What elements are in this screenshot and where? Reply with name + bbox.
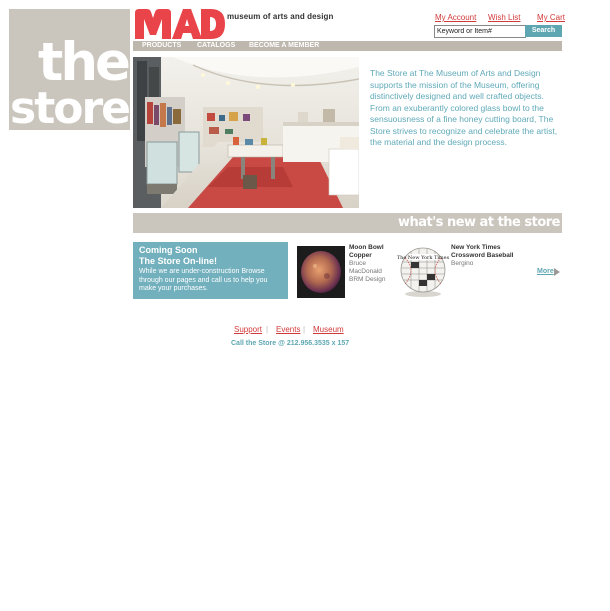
moon-bowl-maker-line3: BRM Design <box>349 276 386 283</box>
crossword-baseball-subname: Crossword Baseball <box>451 252 514 259</box>
more-link[interactable]: More <box>537 268 554 275</box>
wish-list-link[interactable]: Wish List <box>488 13 520 22</box>
logo-museum-name: museum of arts and design <box>227 12 334 21</box>
search-button[interactable]: Search <box>525 25 562 37</box>
footer-separator: | <box>266 325 269 334</box>
footer-museum-link[interactable]: Museum <box>313 325 344 334</box>
my-account-link[interactable]: My Account <box>435 13 476 22</box>
coming-soon-box: Coming Soon The Store On-line! While we … <box>133 242 288 299</box>
moon-bowl-material: Copper <box>349 252 372 259</box>
store-interior-photo <box>133 57 359 208</box>
store-intro-text: The Store at The Museum of Arts and Desi… <box>370 68 558 147</box>
footer-separator: | <box>303 325 306 334</box>
svg-text:The New York Times: The New York Times <box>397 255 449 261</box>
coming-soon-line1: Coming Soon <box>139 245 198 255</box>
arrow-right-icon[interactable] <box>554 268 560 276</box>
crossword-baseball-info[interactable]: New York Times Crossword Baseball Bergin… <box>451 244 531 268</box>
crossword-baseball-name: New York Times <box>451 244 501 251</box>
store-brand-block: the store <box>9 9 130 130</box>
moon-bowl-image[interactable] <box>297 246 345 298</box>
footer-events-link[interactable]: Events <box>276 325 300 334</box>
crossword-baseball-maker: Bergino <box>451 260 474 267</box>
moon-bowl-maker-line1: Bruce <box>349 260 366 267</box>
search-input[interactable] <box>434 25 526 38</box>
nav-become-member[interactable]: BECOME A MEMBER <box>249 41 319 51</box>
whats-new-heading: what's new at the store <box>397 215 561 230</box>
nav-catalogs[interactable]: CATALOGS <box>197 41 235 51</box>
mad-logo[interactable]: MAD <box>135 9 225 39</box>
coming-soon-line2: The Store On-line! <box>139 256 218 266</box>
brand-word-store: store <box>10 83 130 131</box>
moon-bowl-maker-line2: MacDonald <box>349 268 382 275</box>
my-cart-link[interactable]: My Cart <box>537 13 565 22</box>
brand-word-the: the <box>37 32 130 93</box>
moon-bowl-name: Moon Bowl <box>349 244 384 251</box>
footer-support-link[interactable]: Support <box>234 325 262 334</box>
coming-soon-title: Coming Soon The Store On-line! <box>139 245 217 267</box>
main-nav-bar: PRODUCTS CATALOGS BECOME A MEMBER <box>133 41 562 51</box>
store-phone-text: Call the Store @ 212.956.3535 x 157 <box>231 340 350 347</box>
nav-products[interactable]: PRODUCTS <box>142 41 181 51</box>
whats-new-bar: what's new at the store <box>133 213 562 233</box>
moon-bowl-info[interactable]: Moon Bowl Copper Bruce MacDonald BRM Des… <box>349 244 399 284</box>
crossword-baseball-image[interactable]: The New York Times <box>397 244 449 300</box>
coming-soon-body: While we are under-construction Browse t… <box>139 268 268 292</box>
